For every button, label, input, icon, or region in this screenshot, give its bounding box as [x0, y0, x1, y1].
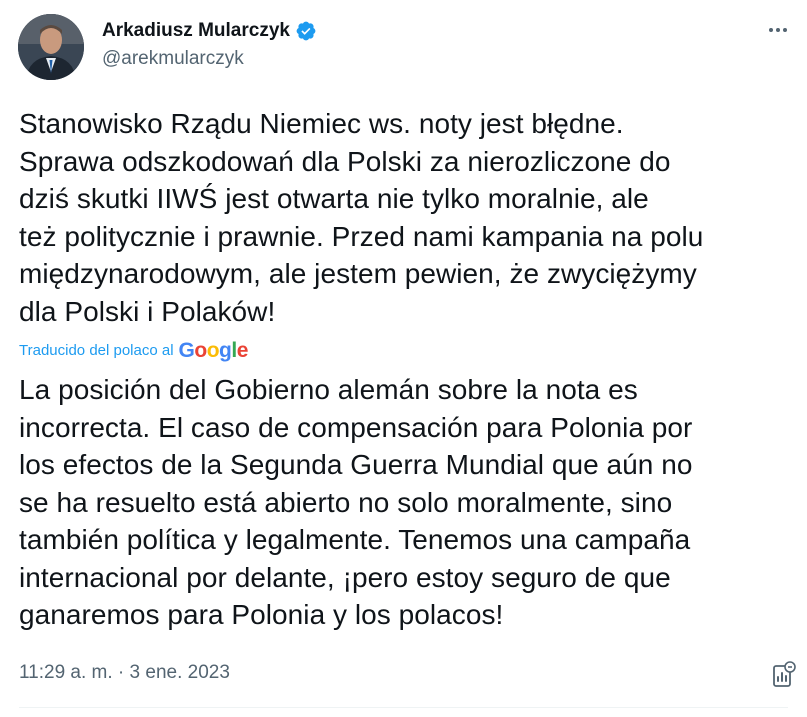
- tweet-translated-text: La posición del Gobierno alemán sobre la…: [19, 374, 693, 630]
- tweet-original-text: Stanowisko Rządu Niemiec ws. noty jest b…: [19, 108, 704, 327]
- profile-photo: [18, 14, 84, 80]
- avatar[interactable]: [18, 14, 84, 80]
- author-name[interactable]: Arkadiusz Mularczyk: [102, 20, 290, 42]
- divider: [19, 707, 788, 708]
- dot: [783, 28, 787, 32]
- author-handle[interactable]: @arekmularczyk: [102, 48, 244, 70]
- tweet-card: Arkadiusz Mularczyk @arekmularczyk Stano…: [0, 0, 807, 717]
- dot: [769, 28, 773, 32]
- dot: [776, 28, 780, 32]
- verified-badge-icon: [295, 20, 317, 42]
- tweet-analytics-icon[interactable]: [771, 660, 797, 688]
- translation-attribution: Traducido del polaco al Google: [19, 340, 248, 361]
- author-name-row[interactable]: Arkadiusz Mularczyk: [102, 20, 317, 42]
- translation-note[interactable]: Traducido del polaco al: [19, 342, 174, 359]
- tweet-timestamp[interactable]: 11:29 a. m. · 3 ene. 2023: [19, 662, 230, 684]
- google-logo: Google: [178, 339, 249, 362]
- more-options-icon[interactable]: [763, 18, 793, 42]
